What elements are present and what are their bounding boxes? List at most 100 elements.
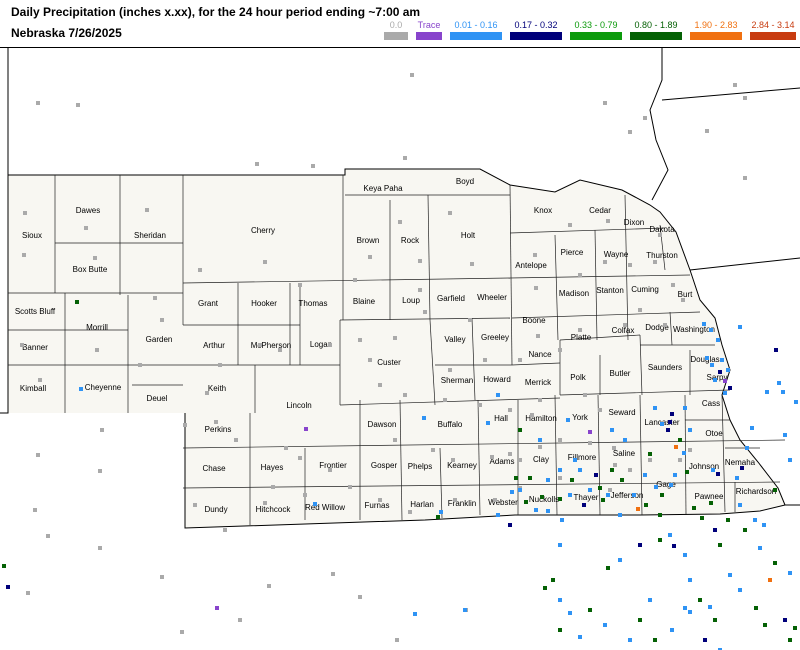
county-label: Dakota	[649, 225, 675, 234]
station-marker	[431, 448, 435, 452]
county-label: Saunders	[648, 363, 682, 372]
station-marker	[660, 493, 664, 497]
station-marker	[588, 430, 592, 434]
station-marker	[510, 490, 514, 494]
county-label: Perkins	[205, 425, 232, 434]
station-marker	[723, 379, 727, 383]
station-marker	[618, 513, 622, 517]
legend-item: Trace	[412, 20, 446, 44]
station-marker	[238, 618, 242, 622]
station-marker	[393, 438, 397, 442]
county-label: Deuel	[147, 394, 168, 403]
legend-swatch	[630, 32, 682, 40]
station-marker	[79, 387, 83, 391]
station-marker	[423, 310, 427, 314]
station-marker	[193, 503, 197, 507]
county-label: McPherson	[251, 341, 291, 350]
station-marker	[378, 498, 382, 502]
station-marker	[594, 473, 598, 477]
station-marker	[688, 610, 692, 614]
legend-label: 0.80 - 1.89	[634, 20, 678, 30]
station-marker	[608, 488, 612, 492]
station-marker	[418, 259, 422, 263]
station-marker	[700, 516, 704, 520]
station-marker	[558, 628, 562, 632]
station-marker	[683, 553, 687, 557]
station-marker	[738, 588, 742, 592]
county-label: Lincoln	[286, 401, 311, 410]
station-marker	[668, 533, 672, 537]
station-marker	[743, 96, 747, 100]
station-marker	[508, 452, 512, 456]
station-marker	[582, 503, 586, 507]
station-marker	[23, 211, 27, 215]
legend-swatch	[416, 32, 442, 40]
station-marker	[663, 323, 667, 327]
county-label: Boyd	[456, 177, 474, 186]
legend-item: 0.0	[380, 20, 412, 44]
station-marker	[353, 278, 357, 282]
station-marker	[711, 468, 715, 472]
station-marker	[783, 618, 787, 622]
station-marker	[654, 485, 658, 489]
county-label: Pawnee	[695, 492, 724, 501]
county-label: Butler	[610, 369, 631, 378]
station-marker	[743, 176, 747, 180]
county-label: Antelope	[515, 261, 547, 270]
station-marker	[93, 256, 97, 260]
station-marker	[713, 378, 717, 382]
station-marker	[794, 400, 798, 404]
county-label: Sherman	[441, 376, 473, 385]
station-marker	[588, 441, 592, 445]
legend-item: 1.90 - 2.83	[686, 20, 746, 44]
station-marker	[788, 638, 792, 642]
station-marker	[6, 585, 10, 589]
station-marker	[685, 470, 689, 474]
station-marker	[753, 518, 757, 522]
station-marker	[255, 162, 259, 166]
station-marker	[223, 528, 227, 532]
station-marker	[138, 363, 142, 367]
station-marker	[439, 510, 443, 514]
station-marker	[408, 510, 412, 514]
station-marker	[304, 427, 308, 431]
station-marker	[205, 391, 209, 395]
station-marker	[672, 544, 676, 548]
station-marker	[153, 296, 157, 300]
station-marker	[453, 498, 457, 502]
county-label: Greeley	[481, 333, 509, 342]
station-marker	[524, 500, 528, 504]
station-marker	[620, 478, 624, 482]
station-marker	[674, 445, 678, 449]
station-marker	[774, 348, 778, 352]
station-marker	[728, 573, 732, 577]
county-label: Keith	[208, 384, 226, 393]
county-label: Colfax	[612, 326, 635, 335]
station-marker	[568, 223, 572, 227]
station-marker	[214, 420, 218, 424]
station-marker	[313, 502, 317, 506]
station-marker	[601, 498, 605, 502]
county-label: Hayes	[261, 463, 284, 472]
station-marker	[348, 485, 352, 489]
station-marker	[708, 605, 712, 609]
county-label: Cherry	[251, 226, 275, 235]
station-marker	[573, 458, 577, 462]
station-marker	[738, 325, 742, 329]
county-label: Sheridan	[134, 231, 166, 240]
station-marker	[628, 263, 632, 267]
station-marker	[669, 483, 673, 487]
station-marker	[546, 509, 550, 513]
station-marker	[463, 608, 467, 612]
legend-label: 0.0	[389, 20, 403, 30]
station-marker	[606, 219, 610, 223]
county-label: Valley	[444, 335, 465, 344]
station-marker	[160, 318, 164, 322]
station-marker	[328, 468, 332, 472]
station-marker	[788, 571, 792, 575]
station-marker	[698, 598, 702, 602]
station-marker	[468, 318, 472, 322]
station-marker	[368, 358, 372, 362]
station-marker	[20, 343, 24, 347]
station-marker	[733, 83, 737, 87]
